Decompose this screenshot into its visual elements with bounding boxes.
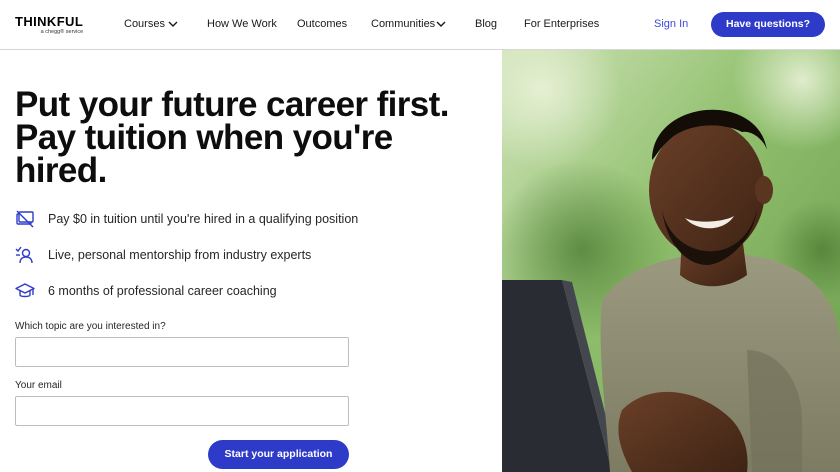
graduation-cap-icon bbox=[15, 283, 35, 298]
benefit-text: 6 months of professional career coaching bbox=[48, 284, 277, 298]
thinkful-logo[interactable]: THINKFUL a chegg® service bbox=[15, 15, 83, 35]
chevron-down-icon[interactable] bbox=[167, 19, 179, 29]
email-label: Your email bbox=[15, 380, 62, 391]
headline-line-1: Put your future career first. bbox=[15, 85, 449, 124]
mentorship-icon bbox=[15, 246, 33, 264]
nav-how-we-work[interactable]: How We Work bbox=[207, 17, 277, 31]
benefit-item: 6 months of professional career coaching bbox=[15, 280, 485, 302]
benefit-item: Pay $0 in tuition until you're hired in … bbox=[15, 208, 485, 230]
hero-headline: Put your future career first. Pay tuitio… bbox=[15, 85, 485, 190]
nav-blog[interactable]: Blog bbox=[475, 17, 497, 31]
nav-outcomes[interactable]: Outcomes bbox=[297, 17, 347, 31]
benefit-item: Live, personal mentorship from industry … bbox=[15, 244, 485, 266]
top-navigation: THINKFUL a chegg® service Courses How We… bbox=[0, 0, 840, 50]
benefit-text: Pay $0 in tuition until you're hired in … bbox=[48, 212, 359, 226]
start-application-button[interactable]: Start your application bbox=[208, 440, 349, 469]
headline-line-3: hired. bbox=[15, 151, 107, 190]
logo-tagline: a chegg® service bbox=[40, 29, 84, 35]
smiling-student-image bbox=[502, 50, 840, 472]
hero-photo bbox=[502, 50, 840, 472]
have-questions-button[interactable]: Have questions? bbox=[711, 12, 825, 37]
headline-line-2: Pay tuition when you're bbox=[15, 118, 393, 157]
nav-communities[interactable]: Communities bbox=[371, 17, 435, 31]
sign-in-link[interactable]: Sign In bbox=[654, 17, 688, 31]
logo-wordmark: THINKFUL bbox=[15, 14, 84, 29]
tuition-card-icon bbox=[16, 210, 34, 228]
chevron-down-icon[interactable] bbox=[435, 19, 447, 29]
email-input[interactable] bbox=[15, 396, 349, 426]
nav-for-enterprises[interactable]: For Enterprises bbox=[524, 17, 599, 31]
nav-courses[interactable]: Courses bbox=[124, 17, 165, 31]
topic-input[interactable] bbox=[15, 337, 349, 367]
benefit-text: Live, personal mentorship from industry … bbox=[48, 248, 312, 262]
topic-label: Which topic are you interested in? bbox=[15, 321, 166, 332]
